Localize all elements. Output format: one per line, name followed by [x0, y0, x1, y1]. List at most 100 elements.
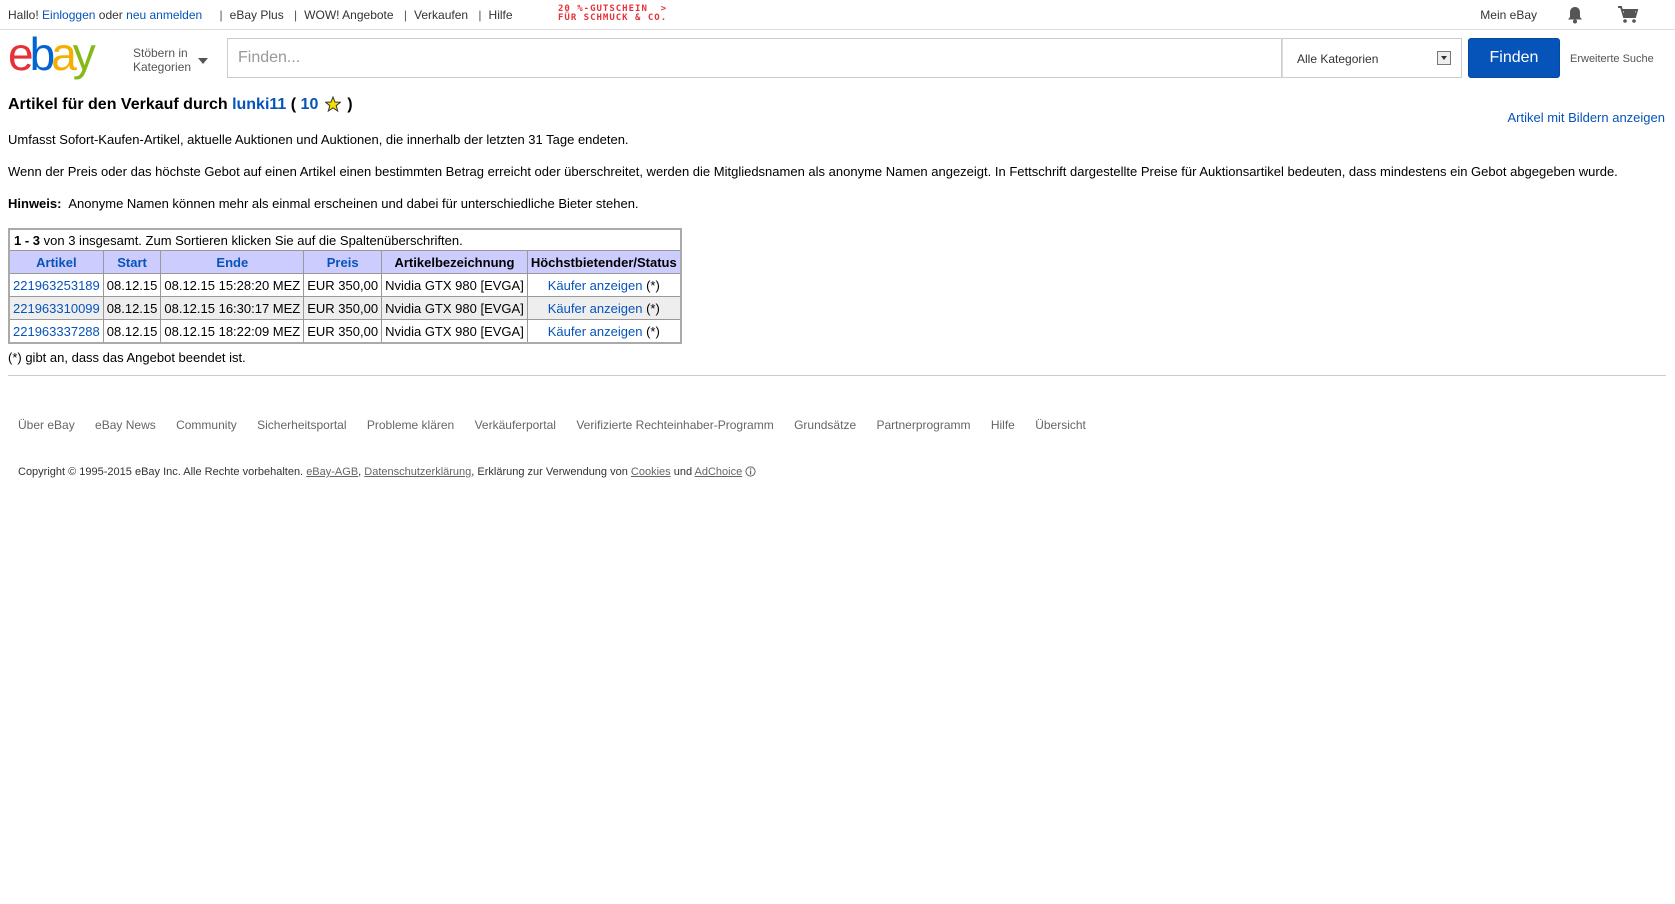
page-title-prefix: Artikel für den Verkauf durch — [8, 96, 228, 113]
cookies-pre-text: , Erklärung zur Verwendung von — [471, 466, 628, 478]
copyright-text: Copyright © 1995-2015 eBay Inc. Alle Rec… — [18, 466, 304, 478]
table-row: 221963253189 08.12.15 08.12.15 15:28:20 … — [8, 273, 682, 297]
open-paren: ( — [290, 96, 297, 113]
mein-ebay-link[interactable]: Mein eBay — [1480, 8, 1537, 22]
show-with-pictures-link[interactable]: Artikel mit Bildern anzeigen — [1507, 110, 1665, 125]
ended-mark: (*) — [646, 277, 660, 293]
browse-line-2: Kategorien — [133, 60, 192, 74]
table-row: 221963310099 08.12.15 08.12.15 16:30:17 … — [8, 296, 682, 320]
ended-mark: (*) — [646, 323, 660, 339]
item-title: Nvidia GTX 980 [EVGA] — [381, 296, 528, 320]
browse-categories[interactable]: Stöbern in Kategorien — [133, 46, 191, 74]
svg-text:ebay: ebay — [8, 34, 96, 80]
column-header-ende[interactable]: Ende — [160, 250, 305, 274]
footer-link-partner[interactable]: Partnerprogramm — [876, 418, 970, 432]
intro-text: Umfasst Sofort-Kaufen-Artikel, aktuelle … — [8, 132, 629, 147]
footer-link-seller-portal[interactable]: Verkäuferportal — [475, 418, 556, 432]
and-text: und — [673, 466, 693, 478]
footer-link-about[interactable]: Über eBay — [18, 418, 75, 432]
help-link[interactable]: Hilfe — [489, 8, 513, 22]
cookies-link[interactable]: Cookies — [631, 466, 671, 478]
status-cell: Käufer anzeigen (*) — [526, 296, 682, 320]
top-bar-left: Hallo! Einloggen oder neu anmelden | eBay… — [8, 8, 513, 22]
start-date: 08.12.15 — [102, 296, 162, 320]
promo-banner[interactable]: 20 %-GUTSCHEIN > FÜR SCHMUCK & CO. — [558, 5, 667, 23]
column-header-start[interactable]: Start — [102, 250, 162, 274]
ebay-logo[interactable]: ebay — [8, 34, 126, 82]
greeting-text: Hallo! — [8, 8, 39, 22]
show-buyer-link[interactable]: Käufer anzeigen — [548, 301, 643, 316]
footer-link-policies[interactable]: Grundsätze — [794, 418, 856, 432]
end-date: 08.12.15 15:28:20 MEZ — [160, 273, 305, 297]
find-button[interactable]: Finden — [1468, 38, 1560, 78]
start-date: 08.12.15 — [102, 319, 162, 344]
end-date: 08.12.15 18:22:09 MEZ — [160, 319, 305, 344]
adchoice-info-icon[interactable] — [745, 466, 756, 477]
footer-link-vero[interactable]: Verifizierte Rechteinhaber-Programm — [576, 418, 773, 432]
show-buyer-link[interactable]: Käufer anzeigen — [548, 278, 643, 293]
chevron-down-icon[interactable] — [198, 58, 208, 64]
price: EUR 350,00 — [303, 296, 383, 320]
hint-text: Hinweis: Anonyme Namen können mehr als e… — [8, 196, 639, 211]
footer-link-resolve[interactable]: Probleme klären — [367, 418, 454, 432]
category-select[interactable]: Alle Kategorien — [1282, 38, 1462, 78]
footer-link-security[interactable]: Sicherheitsportal — [257, 418, 346, 432]
top-bar: Hallo! Einloggen oder neu anmelden | eBay… — [0, 0, 1675, 30]
footer-link-help[interactable]: Hilfe — [991, 418, 1015, 432]
footer-link-community[interactable]: Community — [176, 418, 237, 432]
footer-link-sitemap[interactable]: Übersicht — [1035, 418, 1086, 432]
login-link[interactable]: Einloggen — [42, 8, 95, 22]
search-input[interactable] — [228, 39, 1278, 77]
price: EUR 350,00 — [303, 319, 383, 344]
caption-range: 1 - 3 — [14, 233, 41, 248]
end-date: 08.12.15 16:30:17 MEZ — [160, 296, 305, 320]
or-text: oder — [98, 8, 123, 22]
seller-link[interactable]: lunki11 — [232, 96, 286, 113]
search-box — [227, 38, 1282, 78]
dropdown-arrow-icon — [1437, 51, 1451, 65]
caption-text: von 3 insgesamt. Zum Sortieren klicken S… — [43, 233, 463, 248]
category-select-value: Alle Kategorien — [1297, 52, 1379, 66]
ended-mark: (*) — [646, 300, 660, 316]
hint-label: Hinweis: — [8, 196, 62, 211]
register-link[interactable]: neu anmelden — [126, 8, 202, 22]
agb-link[interactable]: eBay-AGB — [306, 466, 358, 478]
item-id-link[interactable]: 221963337288 — [13, 324, 100, 339]
privacy-link[interactable]: Datenschutzerklärung — [364, 466, 471, 478]
column-header-status: Höchstbietender/Status — [526, 250, 682, 274]
item-title: Nvidia GTX 980 [EVGA] — [381, 319, 528, 344]
table-row: 221963337288 08.12.15 08.12.15 18:22:09 … — [8, 319, 682, 344]
browse-line-1: Stöbern in — [133, 46, 188, 60]
item-title: Nvidia GTX 980 [EVGA] — [381, 273, 528, 297]
column-header-preis[interactable]: Preis — [303, 250, 383, 274]
sell-link[interactable]: Verkaufen — [414, 8, 468, 22]
anonymous-names-text: Wenn der Preis oder das höchste Gebot au… — [8, 164, 1618, 179]
notification-bell-icon[interactable] — [1567, 6, 1583, 24]
adchoice-link[interactable]: AdChoice — [695, 466, 743, 478]
status-cell: Käufer anzeigen (*) — [526, 319, 682, 344]
wow-deals-link[interactable]: WOW! Angebote — [304, 8, 393, 22]
copyright: Copyright © 1995-2015 eBay Inc. Alle Rec… — [18, 466, 756, 478]
promo-line-2: FÜR SCHMUCK & CO. — [558, 13, 668, 23]
table-header-row: Artikel Start Ende Preis Artikelbezeichn… — [8, 250, 682, 274]
page-title: Artikel für den Verkauf durch lunki11 ( … — [8, 96, 353, 114]
column-header-artikelbezeichnung: Artikelbezeichnung — [381, 250, 528, 274]
footer-links: Über eBay eBay News Community Sicherheit… — [18, 418, 1103, 432]
items-table: 1 - 3 von 3 insgesamt. Zum Sortieren kli… — [8, 228, 682, 344]
ebay-plus-link[interactable]: eBay Plus — [230, 8, 284, 22]
advanced-search-link[interactable]: Erweiterte Suche — [1570, 53, 1654, 65]
start-date: 08.12.15 — [102, 273, 162, 297]
table-caption-row: 1 - 3 von 3 insgesamt. Zum Sortieren kli… — [9, 229, 681, 251]
price: EUR 350,00 — [303, 273, 383, 297]
item-id-link[interactable]: 221963310099 — [13, 301, 100, 316]
feedback-score-link[interactable]: 10 — [301, 96, 319, 113]
item-id-link[interactable]: 221963253189 — [13, 278, 100, 293]
hint-body: Anonyme Namen können mehr als einmal ers… — [68, 196, 639, 211]
cart-icon[interactable] — [1617, 5, 1639, 25]
yellow-star-icon[interactable] — [324, 96, 341, 112]
ended-footnote: (*) gibt an, dass das Angebot beendet is… — [8, 350, 246, 365]
column-header-artikel[interactable]: Artikel — [8, 250, 104, 274]
show-buyer-link[interactable]: Käufer anzeigen — [548, 324, 643, 339]
footer-link-news[interactable]: eBay News — [95, 418, 156, 432]
close-paren: ) — [347, 96, 353, 113]
